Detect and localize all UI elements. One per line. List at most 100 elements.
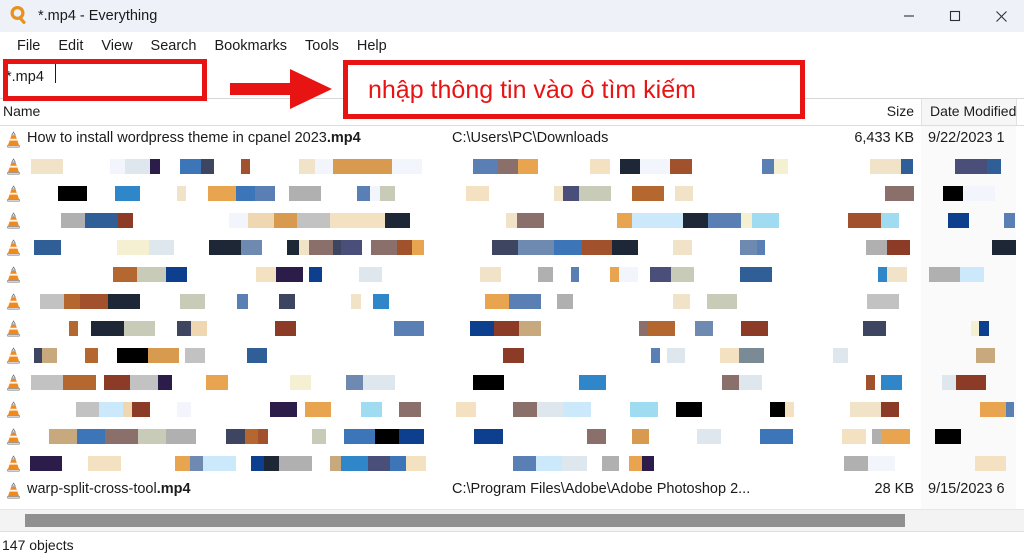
redacted-text-block [526, 240, 554, 255]
file-path-cell: C:\Users\PC\Downloads [452, 130, 609, 146]
redacted-text-block [759, 429, 793, 444]
redacted-text-block [87, 456, 121, 471]
column-header-name[interactable]: Name [3, 103, 40, 119]
redacted-text-block [147, 348, 179, 363]
close-icon[interactable] [978, 0, 1024, 32]
redacted-text-block [399, 402, 422, 417]
file-size-cell: 28 KB [874, 481, 915, 497]
redacted-text-block [502, 348, 524, 363]
table-row[interactable]: How to install wordpress theme in cpanel… [0, 126, 1024, 153]
redacted-text-block [694, 321, 713, 336]
redacted-text-block [631, 213, 657, 228]
redacted-text-block [177, 186, 187, 201]
redacted-text-block [472, 159, 498, 174]
table-row[interactable] [0, 450, 1024, 477]
menu-item-tools[interactable]: Tools [296, 36, 348, 56]
minimize-icon[interactable] [886, 0, 932, 32]
vlc-media-file-icon [6, 185, 21, 202]
table-row[interactable] [0, 423, 1024, 450]
redacted-text-block [865, 375, 875, 390]
table-row[interactable] [0, 315, 1024, 342]
redacted-text-block [412, 240, 425, 255]
redacted-text-block [177, 402, 192, 417]
horizontal-scrollbar[interactable] [0, 509, 1024, 531]
table-row[interactable] [0, 180, 1024, 207]
menu-item-edit[interactable]: Edit [49, 36, 92, 56]
maximize-icon[interactable] [932, 0, 978, 32]
horizontal-scrollbar-thumb[interactable] [25, 514, 905, 527]
redacted-text-block [948, 213, 970, 228]
redacted-text-block [399, 429, 425, 444]
redacted-text-block [509, 294, 542, 309]
redacted-text-block [517, 159, 538, 174]
redacted-text-block [867, 294, 900, 309]
redacted-text-block [166, 429, 197, 444]
file-list[interactable]: How to install wordpress theme in cpanel… [0, 126, 1024, 509]
redacted-text-block [123, 402, 133, 417]
table-row[interactable] [0, 207, 1024, 234]
redacted-text-block [179, 294, 205, 309]
vlc-media-file-icon [6, 455, 21, 472]
menu-item-view[interactable]: View [92, 36, 141, 56]
redacted-text-block [672, 240, 692, 255]
redacted-text-block [274, 321, 296, 336]
redacted-text-block [246, 348, 267, 363]
redacted-text-block [863, 321, 887, 336]
redacted-text-block [769, 402, 785, 417]
redacted-text-block [538, 267, 554, 282]
redacted-text-block [491, 240, 518, 255]
redacted-text-block [579, 375, 607, 390]
redacted-text-block [739, 240, 757, 255]
table-row[interactable] [0, 153, 1024, 180]
menu-item-search[interactable]: Search [142, 36, 206, 56]
redacted-text-block [880, 375, 902, 390]
menu-item-help[interactable]: Help [348, 36, 396, 56]
table-row[interactable] [0, 342, 1024, 369]
file-path-cell: C:\Program Files\Adobe\Adobe Photoshop 2… [452, 481, 751, 497]
redacted-text-block [638, 321, 648, 336]
redacted-text-block [455, 402, 476, 417]
redacted-text-block [518, 321, 541, 336]
redacted-text-block [979, 321, 990, 336]
redacted-text-block [158, 375, 173, 390]
redacted-text-block [255, 267, 276, 282]
redacted-text-block [656, 213, 683, 228]
redacted-text-block [562, 402, 591, 417]
redacted-text-block [666, 348, 685, 363]
redacted-text-block [165, 267, 187, 282]
redacted-text-block [274, 213, 298, 228]
redacted-text-block [208, 186, 237, 201]
redacted-text-block [493, 321, 519, 336]
redacted-text-block [886, 267, 907, 282]
redacted-text-block [739, 375, 763, 390]
table-row[interactable] [0, 288, 1024, 315]
menu-item-bookmarks[interactable]: Bookmarks [206, 36, 297, 56]
redacted-text-block [405, 456, 426, 471]
redacted-text-block [497, 159, 518, 174]
column-header-date-modified[interactable]: Date Modified [921, 99, 1016, 125]
table-row[interactable] [0, 234, 1024, 261]
redacted-text-block [512, 402, 537, 417]
redacted-text-block [329, 456, 341, 471]
redacted-text-block [960, 267, 985, 282]
table-row[interactable] [0, 396, 1024, 423]
table-row[interactable] [0, 261, 1024, 288]
redacted-text-block [180, 159, 202, 174]
redacted-text-block [847, 213, 863, 228]
vlc-media-file-icon [6, 158, 21, 175]
redacted-text-block [118, 213, 134, 228]
redacted-text-block [150, 159, 161, 174]
file-size-cell: 6,433 KB [854, 130, 914, 146]
table-row[interactable]: warp-split-cross-tool.mp4 C:\Program File… [0, 477, 1024, 504]
redacted-text-block [361, 159, 393, 174]
redacted-text-block [270, 402, 298, 417]
menu-item-file[interactable]: File [8, 36, 49, 56]
redacted-text-block [202, 456, 236, 471]
redacted-text-block [112, 267, 137, 282]
table-row[interactable] [0, 369, 1024, 396]
column-header-size[interactable]: Size [840, 103, 914, 119]
redacted-text-block [844, 456, 869, 471]
redacted-text-block [619, 267, 639, 282]
column-divider[interactable] [1016, 99, 1017, 125]
file-name-cell: How to install wordpress theme in cpanel… [27, 130, 361, 146]
